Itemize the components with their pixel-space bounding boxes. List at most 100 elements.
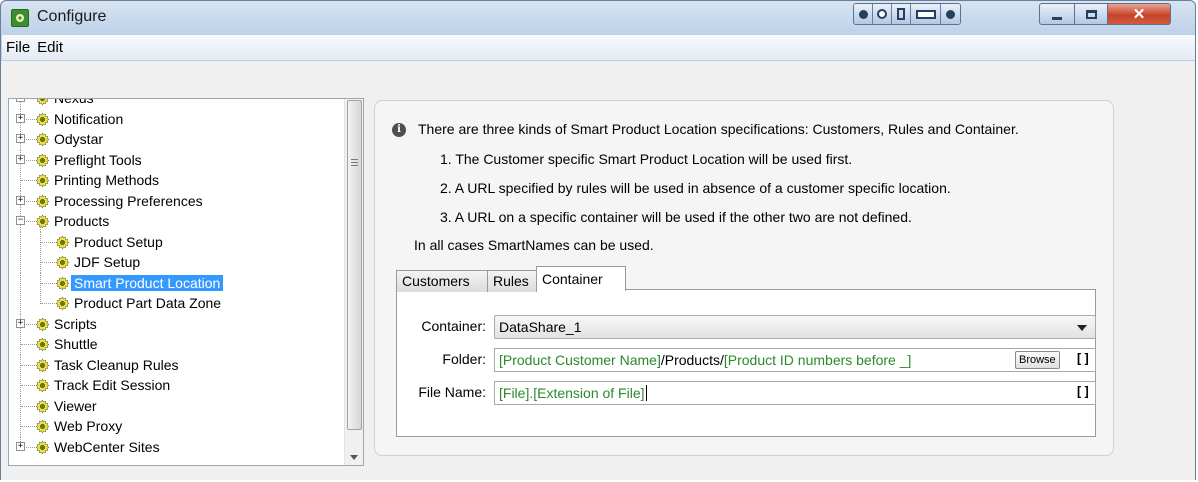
folder-static-path: /Products/	[660, 352, 724, 368]
tree-connector	[20, 252, 21, 273]
info-point-1: 1. The Customer specific Smart Product L…	[440, 151, 853, 167]
tree-item[interactable]: Shuttle	[9, 334, 344, 355]
tab-customers[interactable]: Customers	[396, 270, 488, 292]
expand-icon[interactable]: +	[16, 318, 25, 328]
tree-scrollbar[interactable]	[344, 99, 363, 465]
menu-edit[interactable]: Edit	[36, 39, 64, 56]
gear-icon	[35, 378, 50, 393]
tree-item-label: Product Setup	[74, 233, 163, 250]
tree-item[interactable]: + Scripts	[9, 313, 344, 335]
folder-smartname-button[interactable]: []	[1075, 352, 1091, 367]
expand-icon[interactable]: +	[16, 113, 25, 123]
tree-item-label: Viewer	[54, 397, 97, 414]
info-point-3: 3. A URL on a specific container will be…	[440, 209, 912, 225]
tree-connector	[21, 364, 35, 366]
info-intro: There are three kinds of Smart Product L…	[418, 121, 1019, 137]
gear-icon	[35, 419, 50, 434]
gear-icon	[35, 398, 50, 414]
filename-label: File Name:	[418, 384, 486, 400]
menu-file[interactable]: File	[5, 39, 31, 56]
tree-item-label: Track Edit Session	[54, 377, 171, 393]
scrollbar-thumb[interactable]	[347, 100, 362, 430]
minimize-button[interactable]	[1039, 3, 1075, 25]
gear-icon	[55, 275, 70, 291]
tree-item[interactable]: Product Setup	[9, 231, 344, 253]
tree-item-label: Printing Methods	[54, 172, 160, 188]
tree-item-label: Products	[54, 213, 110, 229]
info-icon: i	[392, 123, 406, 137]
tree-item[interactable]: + Preflight Tools	[9, 149, 344, 171]
tab-container[interactable]: Container	[536, 266, 626, 291]
gear-icon	[55, 296, 70, 311]
title-bar: Configure ✕	[1, 1, 1195, 35]
gear-icon	[35, 439, 50, 455]
maximize-icon	[1085, 9, 1097, 19]
gear-icon	[35, 193, 50, 209]
custom-toolbar-buttons	[853, 3, 961, 25]
tree-connector	[21, 344, 35, 345]
gear-icon	[35, 337, 50, 352]
tab-rules[interactable]: Rules	[487, 270, 537, 292]
gear-icon	[35, 132, 50, 147]
tree-item[interactable]: Product Part Data Zone	[9, 293, 344, 314]
hourglass-icon[interactable]	[892, 4, 911, 24]
filename-smartname-file: [File]	[499, 385, 530, 401]
filename-smartname-button[interactable]: []	[1075, 385, 1091, 400]
window-icon[interactable]	[911, 4, 941, 24]
expand-icon[interactable]: +	[16, 441, 25, 451]
tree-item[interactable]: Smart Product Location	[9, 272, 344, 294]
tree-item[interactable]: + Odystar	[9, 129, 344, 150]
folder-smartname-customer: [Product Customer Name]	[499, 352, 661, 368]
close-icon: ✕	[1132, 6, 1146, 23]
folder-field[interactable]: [Product Customer Name]/Products/[Produc…	[494, 348, 1096, 372]
gear-icon	[35, 357, 50, 373]
tree-connector	[21, 385, 35, 386]
text-cursor	[645, 385, 647, 401]
expand-icon[interactable]: +	[16, 134, 25, 143]
tree-item-label: WebCenter Sites	[54, 438, 160, 455]
tree-connector	[20, 231, 21, 253]
folder-label: Folder:	[442, 351, 486, 367]
gear-icon	[35, 214, 50, 229]
container-value: DataShare_1	[499, 319, 582, 335]
tree-item-label: Notification	[54, 110, 124, 127]
tree-item[interactable]: Viewer	[9, 395, 344, 417]
person-icon[interactable]	[854, 4, 873, 24]
tree-item[interactable]: + WebCenter Sites	[9, 436, 344, 458]
tree-item[interactable]: + Nexus	[9, 99, 344, 109]
chevron-down-icon	[1077, 325, 1087, 331]
settings-tree[interactable]: + Nexus + Notification + Odystar + Preflight To…	[8, 98, 364, 466]
tree-item[interactable]: Web Proxy	[9, 416, 344, 437]
tree-connector	[41, 303, 55, 304]
collapse-icon[interactable]: −	[16, 216, 25, 225]
tree-connector	[21, 180, 35, 181]
tree-item[interactable]: − Products	[9, 211, 344, 232]
tree-connector	[21, 405, 35, 407]
tree-item-label: Odystar	[54, 131, 104, 147]
expand-icon[interactable]: +	[16, 195, 25, 205]
gear-icon	[55, 234, 70, 250]
app-gear-icon	[11, 9, 29, 27]
tree-connector	[41, 282, 55, 284]
expand-icon[interactable]: +	[16, 154, 25, 164]
gear-icon	[55, 255, 70, 270]
minimize-icon	[1052, 16, 1062, 20]
maximize-button[interactable]	[1074, 3, 1108, 25]
tree-connector	[20, 293, 21, 314]
tree-item[interactable]: Printing Methods	[9, 170, 344, 191]
globe-icon[interactable]	[873, 4, 892, 24]
tree-item[interactable]: + Processing Preferences	[9, 190, 344, 212]
container-select[interactable]: DataShare_1	[494, 315, 1096, 339]
tree-item[interactable]: Task Cleanup Rules	[9, 354, 344, 376]
expand-icon[interactable]: +	[16, 99, 25, 102]
tree-item[interactable]: + Notification	[9, 108, 344, 130]
close-button[interactable]: ✕	[1107, 3, 1171, 25]
browse-button[interactable]: Browse	[1015, 351, 1060, 369]
grip-icon	[351, 159, 358, 168]
tree-item[interactable]: JDF Setup	[9, 252, 344, 273]
filename-field[interactable]: [File].[Extension of File] []	[494, 381, 1096, 405]
gear-icon	[35, 152, 50, 168]
user-icon[interactable]	[941, 4, 960, 24]
scroll-down-icon[interactable]	[350, 455, 358, 460]
tree-item[interactable]: Track Edit Session	[9, 375, 344, 396]
